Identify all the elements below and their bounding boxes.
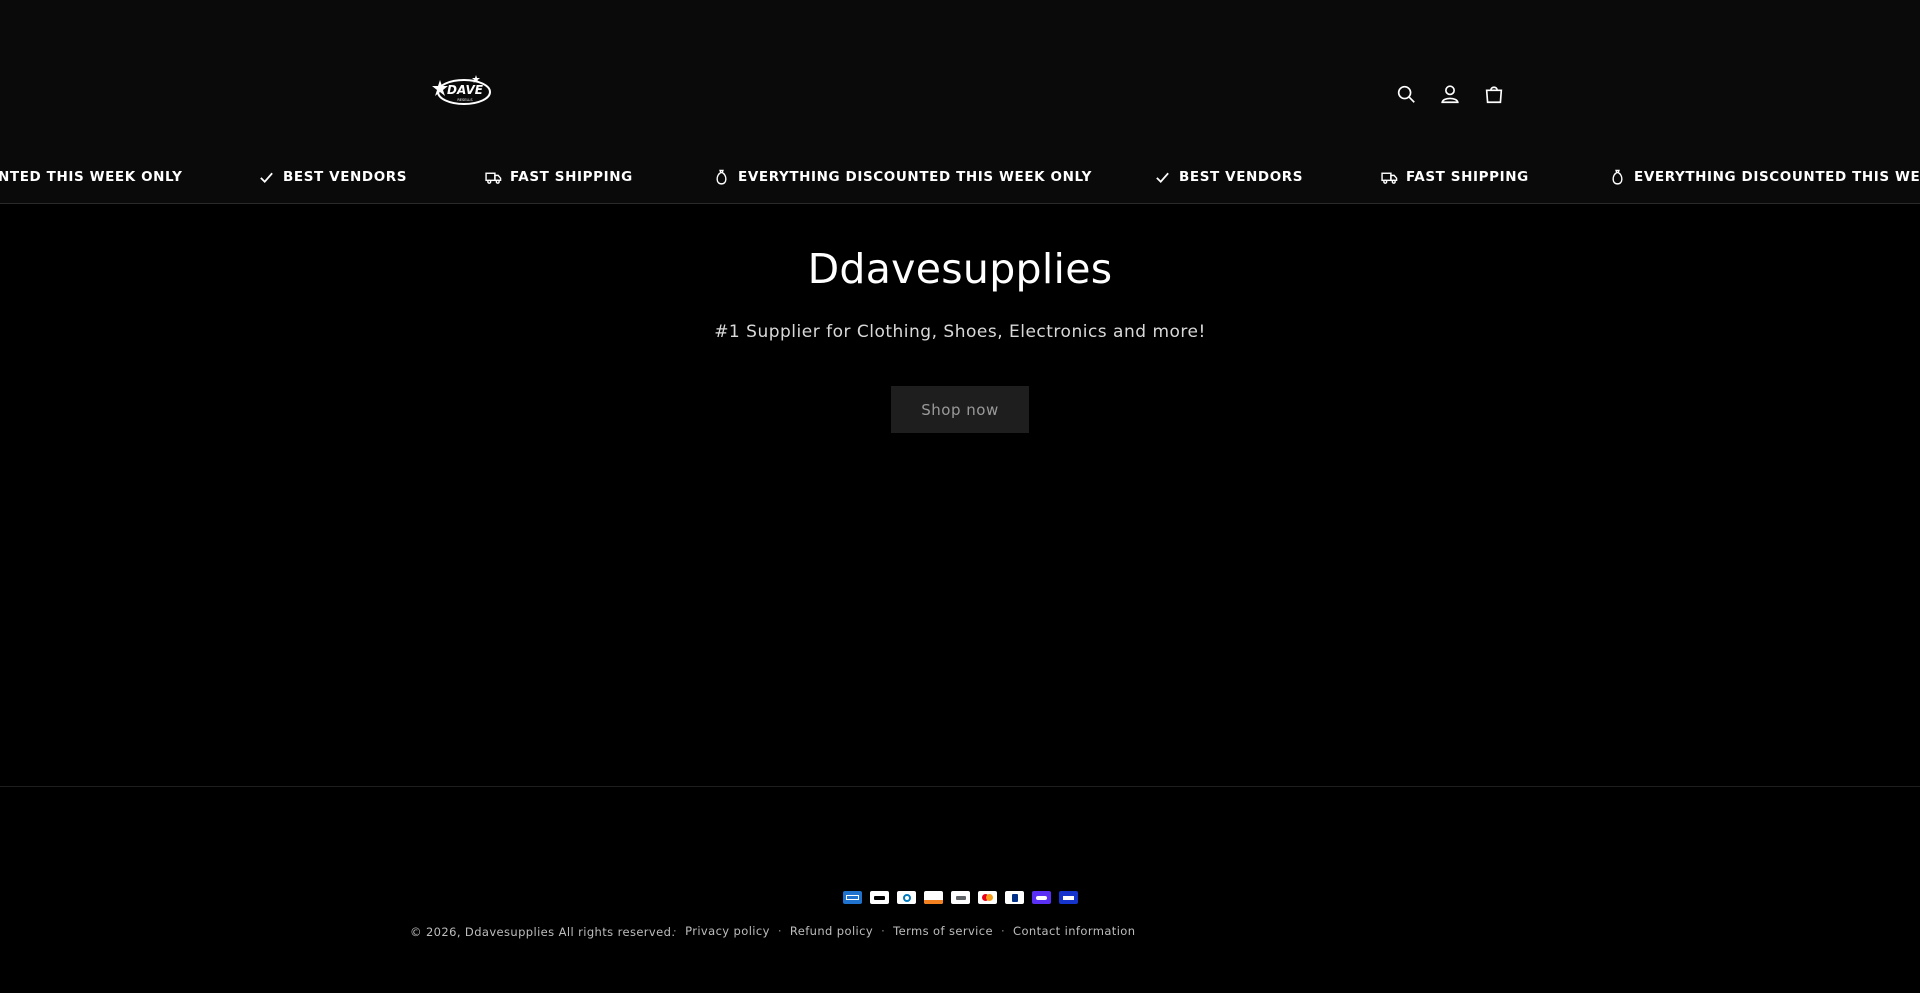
svg-text:DAVE: DAVE <box>447 83 484 97</box>
visa-icon <box>1059 891 1078 904</box>
link-separator: · <box>777 924 782 938</box>
paypal-icon <box>1005 891 1024 904</box>
dave-logo-image: DAVE RESELLS <box>432 75 491 105</box>
terms-of-service-link[interactable]: Terms of service <box>893 924 993 938</box>
hero-subtitle: #1 Supplier for Clothing, Shoes, Electro… <box>714 322 1206 342</box>
bag-icon <box>1612 169 1623 185</box>
cart-icon <box>1485 86 1503 104</box>
check-icon <box>1156 172 1169 183</box>
diners-club-icon <box>897 891 916 904</box>
announcement-item: FAST SHIPPING <box>1381 150 1529 203</box>
announcement-item: EVERYTHING DISCOUNTED THIS WEEK ONLY <box>713 150 1092 203</box>
bag-icon <box>716 169 727 185</box>
copyright-text: © 2026, Ddavesupplies All rights reserve… <box>410 925 676 939</box>
announcement-item: EVERYTHING DISCOUNTED THIS WEEK <box>1609 150 1920 203</box>
check-icon <box>260 172 273 183</box>
privacy-policy-link[interactable]: Privacy policy <box>685 924 770 938</box>
cart-button[interactable] <box>1478 78 1510 110</box>
link-separator: · <box>673 924 678 938</box>
site-footer: © 2026, Ddavesupplies All rights reserve… <box>0 786 1920 993</box>
announcement-item: BEST VENDORS <box>1154 150 1304 203</box>
shop-pay-icon <box>1032 891 1051 904</box>
announcement-text: BEST VENDORS <box>283 169 408 185</box>
hero-section: Ddavesupplies #1 Supplier for Clothing, … <box>0 205 1920 786</box>
refund-policy-link[interactable]: Refund policy <box>790 924 873 938</box>
link-separator: · <box>881 924 886 938</box>
announcement-item: NTED THIS WEEK ONLY <box>0 150 183 203</box>
apple-pay-icon <box>870 891 889 904</box>
contact-information-link[interactable]: Contact information <box>1013 924 1135 938</box>
announcement-text: BEST VENDORS <box>1179 169 1304 185</box>
site-header: DAVE RESELLS <box>0 0 1920 150</box>
hero-title: Ddavesupplies <box>807 245 1113 293</box>
announcement-text: EVERYTHING DISCOUNTED THIS WEEK <box>1634 169 1920 185</box>
link-separator: · <box>1000 924 1006 938</box>
mastercard-icon <box>978 891 997 904</box>
truck-icon <box>485 172 502 184</box>
announcement-text: NTED THIS WEEK ONLY <box>0 169 183 185</box>
truck-icon <box>1381 172 1398 184</box>
amex-icon <box>843 891 862 904</box>
svg-text:RESELLS: RESELLS <box>457 98 473 102</box>
announcement-item: BEST VENDORS <box>258 150 408 203</box>
discover-icon <box>924 891 943 904</box>
announcement-text: FAST SHIPPING <box>510 169 633 185</box>
account-icon <box>1441 85 1459 104</box>
announcement-text: FAST SHIPPING <box>1406 169 1529 185</box>
google-pay-icon <box>951 891 970 904</box>
footer-policy-links: · Privacy policy · Refund policy · Terms… <box>665 924 1135 938</box>
search-button[interactable] <box>1390 78 1422 110</box>
announcement-text: EVERYTHING DISCOUNTED THIS WEEK ONLY <box>738 169 1092 185</box>
announcement-bar: NTED THIS WEEK ONLY BEST VENDORS FAST SH… <box>0 150 1920 204</box>
announcement-item: FAST SHIPPING <box>485 150 633 203</box>
shop-now-button[interactable]: Shop now <box>891 386 1029 433</box>
account-button[interactable] <box>1434 78 1466 110</box>
search-icon <box>1397 85 1415 103</box>
store-logo[interactable]: DAVE RESELLS <box>432 74 492 108</box>
